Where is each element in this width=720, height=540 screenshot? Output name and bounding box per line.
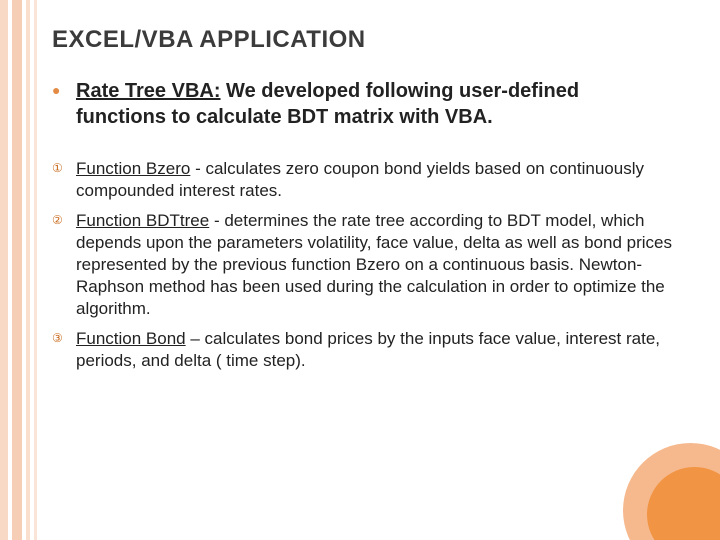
intro-row: ● Rate Tree VBA: We developed following …: [52, 78, 672, 130]
slide: EXCEL/VBA APPLICATION ● Rate Tree VBA: W…: [0, 0, 720, 540]
item-text: Function Bond – calculates bond prices b…: [76, 328, 672, 372]
decor-stripe: [34, 0, 37, 540]
decor-stripe: [26, 0, 30, 540]
intro-text: Rate Tree VBA: We developed following us…: [76, 78, 672, 130]
spacer: [52, 150, 672, 158]
number-marker: ③: [52, 328, 76, 348]
slide-content: ● Rate Tree VBA: We developed following …: [52, 78, 672, 380]
item-text: Function Bzero - calculates zero coupon …: [76, 158, 672, 202]
decor-stripe: [0, 0, 8, 540]
intro-lead: Rate Tree VBA:: [76, 80, 221, 102]
list-item: ② Function BDTtree - determines the rate…: [52, 210, 672, 320]
item-lead: Function Bond: [76, 329, 186, 348]
list-item: ① Function Bzero - calculates zero coupo…: [52, 158, 672, 202]
number-marker: ①: [52, 158, 76, 178]
decor-stripe: [12, 0, 22, 540]
list-item: ③ Function Bond – calculates bond prices…: [52, 328, 672, 372]
item-text: Function BDTtree - determines the rate t…: [76, 210, 672, 320]
slide-title: EXCEL/VBA APPLICATION: [52, 26, 366, 54]
number-marker: ②: [52, 210, 76, 230]
disc-bullet-icon: ●: [52, 78, 76, 102]
item-lead: Function BDTtree: [76, 211, 209, 230]
item-lead: Function Bzero: [76, 159, 190, 178]
